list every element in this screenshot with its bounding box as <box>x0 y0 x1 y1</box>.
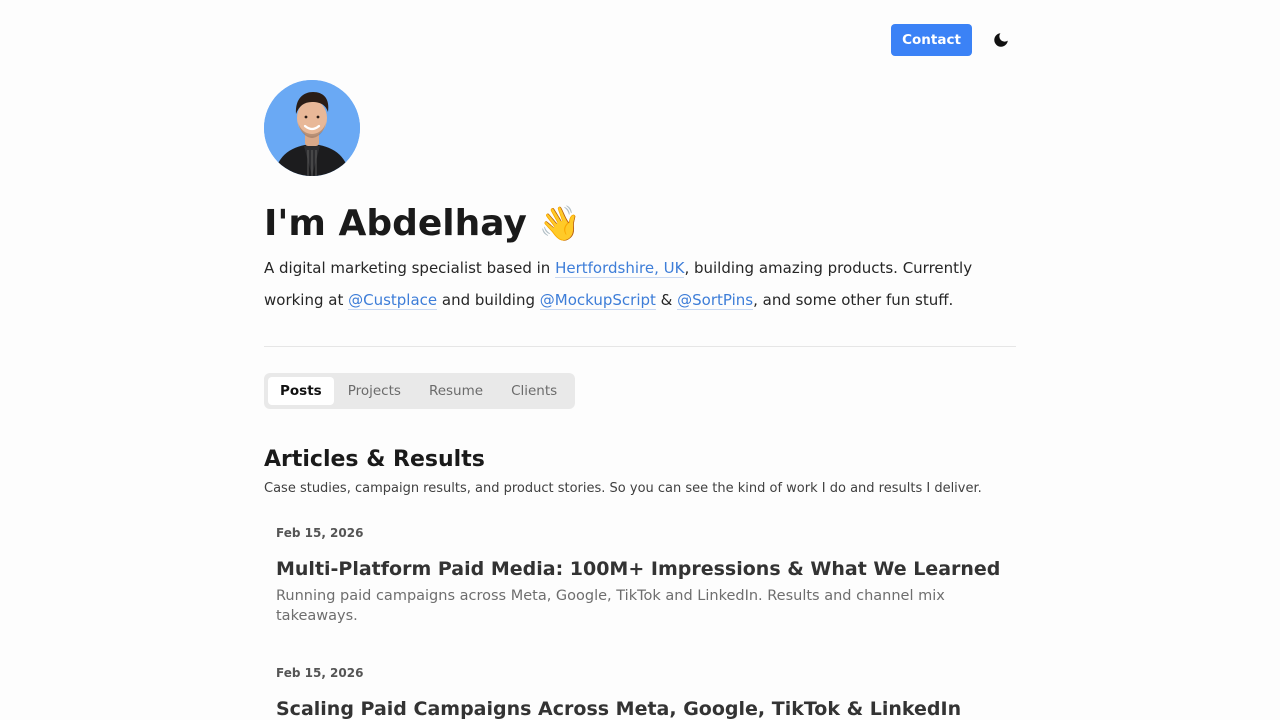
bio-part: , and some other fun stuff. <box>753 291 954 309</box>
tab-bar: Posts Projects Resume Clients <box>264 373 576 409</box>
hero-title: I'm Abdelhay <box>264 203 527 244</box>
bio-part: and building <box>437 291 540 309</box>
mockupscript-link[interactable]: @MockupScript <box>539 291 656 310</box>
post-title-link[interactable]: Multi-Platform Paid Media: 100M+ Impress… <box>276 556 1016 582</box>
tab-projects[interactable]: Projects <box>334 377 415 405</box>
post-date: Feb 15, 2026 <box>276 666 364 680</box>
post-item[interactable]: Feb 15, 2026 Scaling Paid Campaigns Acro… <box>276 666 1016 720</box>
location-link[interactable]: Hertfordshire, UK <box>555 259 685 278</box>
section-title: Articles & Results <box>264 447 485 472</box>
tab-clients[interactable]: Clients <box>497 377 571 405</box>
avatar <box>264 80 360 176</box>
hero-heading: I'm Abdelhay 👋 <box>264 200 1016 248</box>
tab-resume[interactable]: Resume <box>415 377 497 405</box>
post-title-link[interactable]: Scaling Paid Campaigns Across Meta, Goog… <box>276 696 1016 720</box>
page: Contact I'm Abdelhay 👋 A digital marketi… <box>0 0 1280 720</box>
post-description: Running paid campaigns across Meta, Goog… <box>276 588 945 624</box>
contact-button[interactable]: Contact <box>891 24 972 56</box>
bio-part: & <box>655 291 678 309</box>
theme-toggle-button[interactable] <box>990 29 1012 51</box>
main-content: I'm Abdelhay 👋 A digital marketing speci… <box>264 80 1016 720</box>
top-bar: Contact <box>891 24 1012 56</box>
post-date: Feb 15, 2026 <box>276 526 364 540</box>
section-subtitle: Case studies, campaign results, and prod… <box>264 481 982 496</box>
moon-icon <box>994 33 1008 47</box>
post-item[interactable]: Feb 15, 2026 Multi-Platform Paid Media: … <box>276 526 1016 626</box>
divider <box>264 346 1016 347</box>
tab-posts[interactable]: Posts <box>268 377 334 405</box>
waving-hand-icon: 👋 <box>538 204 582 244</box>
custplace-link[interactable]: @Custplace <box>348 291 438 310</box>
avatar-photo <box>264 80 360 176</box>
bio-part: A digital marketing specialist based in <box>264 259 556 277</box>
sortpins-link[interactable]: @SortPins <box>677 291 754 310</box>
bio-text: A digital marketing specialist based in … <box>264 252 1016 316</box>
